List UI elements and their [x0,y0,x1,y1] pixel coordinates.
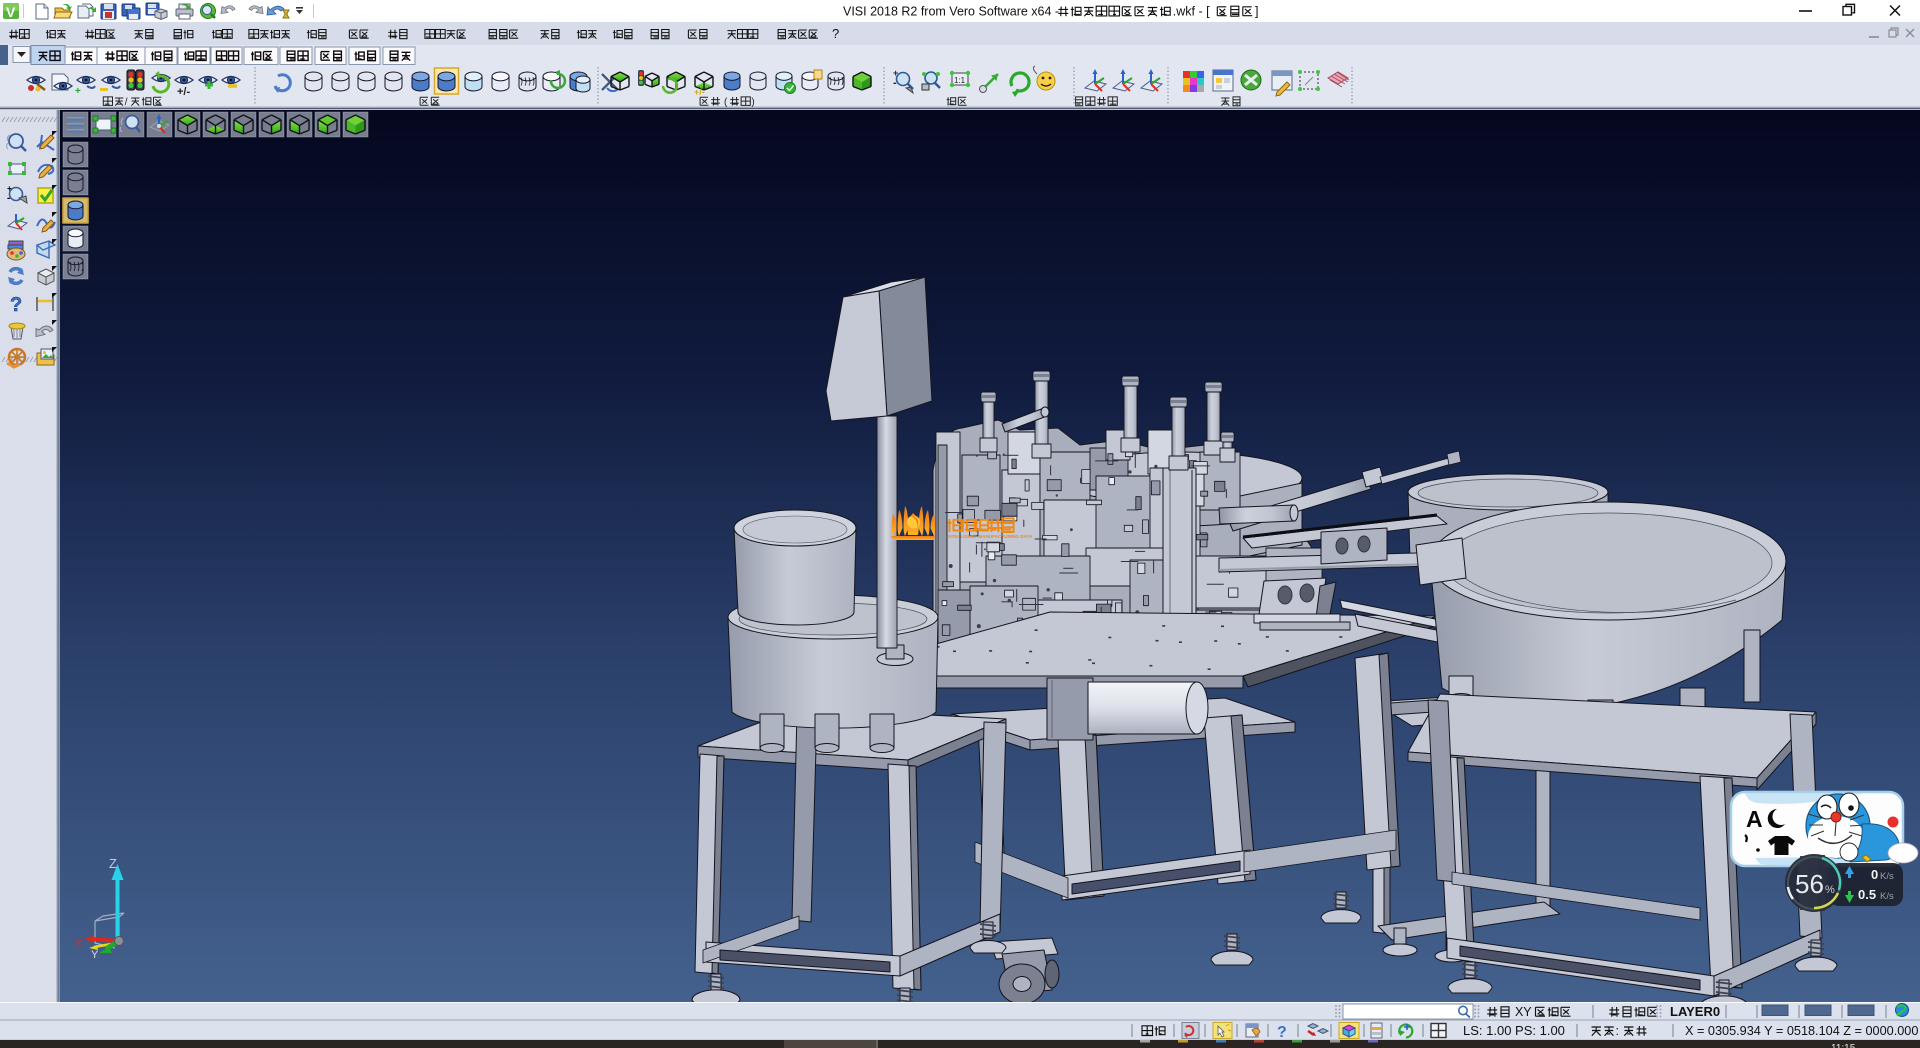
svg-text:-: - [893,77,897,89]
svg-text:/: / [125,97,128,108]
svg-text:LS: 1.00 PS: 1.00: LS: 1.00 PS: 1.00 [1463,1023,1565,1038]
svg-text:V: V [6,4,16,20]
svg-text:LAYER0: LAYER0 [1670,1004,1720,1019]
svg-text:K/s: K/s [1880,891,1894,902]
svg-text:A: A [1746,806,1763,832]
svg-text:(: ( [721,97,728,108]
svg-text:?: ? [832,26,839,41]
svg-text:X: X [75,938,83,950]
svg-text:?: ? [1277,1024,1287,1041]
svg-text:]: ] [1255,5,1258,19]
svg-text:11:15: 11:15 [1831,1043,1856,1048]
svg-text:XY: XY [1512,1005,1535,1019]
svg-text:Y: Y [91,949,99,961]
svg-text:56: 56 [1795,869,1824,899]
svg-text:): ) [751,97,754,108]
svg-text:0: 0 [1871,867,1878,882]
svg-text:+/-: +/- [694,87,705,97]
svg-text::: : [1616,1024,1623,1038]
svg-text:+/-: +/- [177,86,190,98]
svg-text:%: % [1825,884,1835,896]
svg-text:?: ? [10,294,22,316]
svg-text:K/s: K/s [1880,871,1894,882]
svg-text:1:1: 1:1 [954,76,966,85]
svg-text:Z: Z [109,856,117,871]
svg-text:VISI 2018 R2 from Vero Softwar: VISI 2018 R2 from Vero Software x64 - [843,5,1063,19]
svg-text:+: + [75,86,81,97]
svg-text:0.5: 0.5 [1858,887,1876,902]
svg-text:INTELLIGENT MANUFACTURING DATA: INTELLIGENT MANUFACTURING DATA [947,534,1033,539]
svg-text:X = 0305.934 Y = 0518.104 Z =: X = 0305.934 Y = 0518.104 Z = 0000.000 [1685,1024,1918,1038]
svg-text:.wkf - [: .wkf - [ [1173,5,1210,19]
svg-text:-: - [7,193,10,204]
svg-text:+: + [7,184,12,193]
